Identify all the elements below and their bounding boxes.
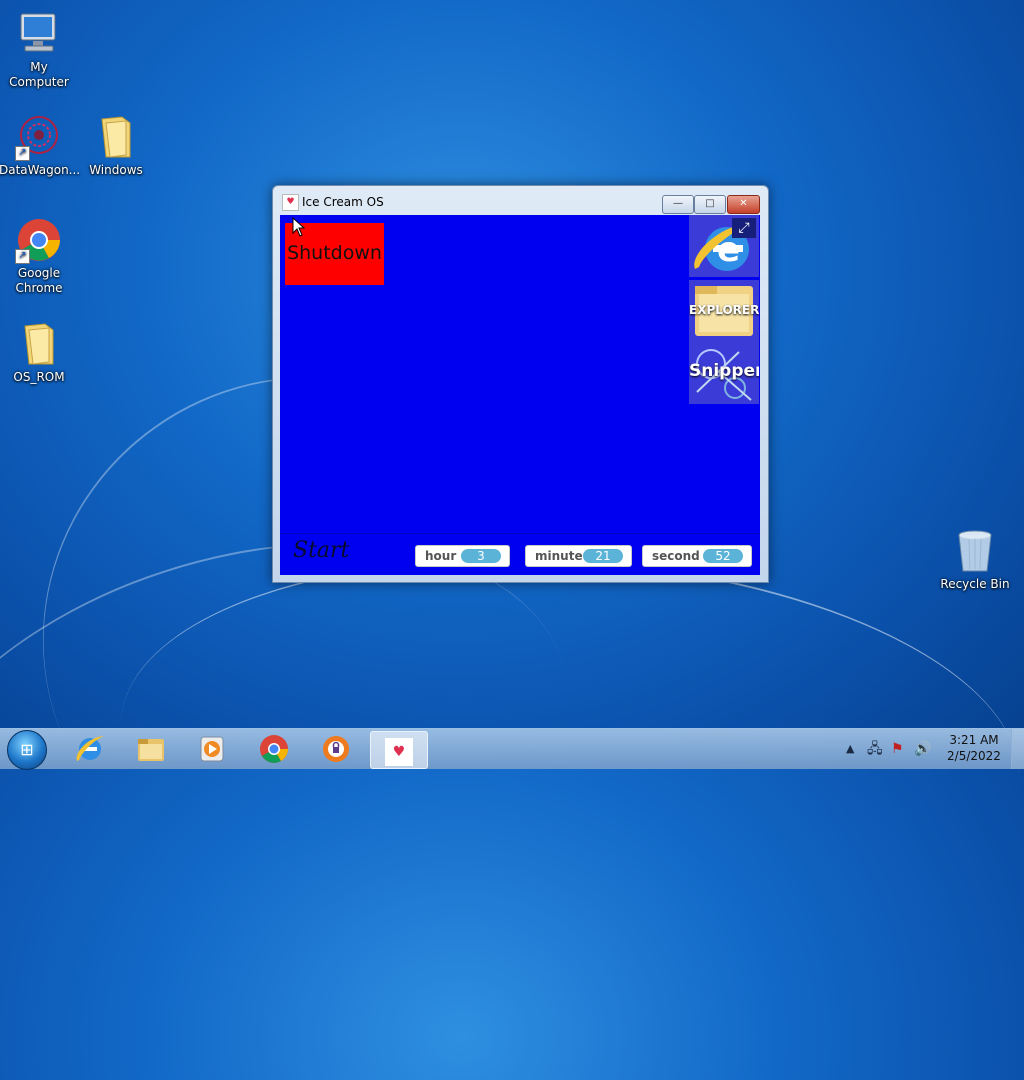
desktop-icon-os-rom[interactable]: OS_ROM [0, 320, 79, 385]
second-readout: second 52 [642, 545, 752, 567]
clock-date: 2/5/2022 [947, 749, 1001, 763]
minute-value: 21 [583, 549, 623, 563]
shortcut-arrow-icon: ↗ [15, 146, 30, 161]
taskbar-file-explorer[interactable] [123, 731, 179, 767]
taskbar: ⊞ ♥ ▲ 🖧 ⚑ 🔊 3:21 AM 2/5/2022 [0, 728, 1024, 770]
second-label: second [652, 549, 700, 563]
desktop-icon-label: My Computer [9, 60, 69, 89]
fullscreen-icon[interactable]: ⤢ [732, 218, 756, 238]
folder-icon [15, 320, 63, 368]
desktop-icon-label: DataWagon... [0, 163, 81, 177]
hour-value: 3 [461, 549, 501, 563]
desktop-icon-label: Recycle Bin [940, 577, 1010, 591]
show-hidden-icons-icon[interactable]: ▲ [846, 729, 854, 769]
desktop-icon-label: OS_ROM [13, 370, 65, 384]
bottom-bar: Start hour 3 minute 21 second 52 [280, 533, 760, 575]
windows-logo-icon: ⊞ [20, 740, 34, 759]
recycle-bin-icon [951, 527, 999, 575]
hour-readout: hour 3 [415, 545, 510, 567]
close-button[interactable]: ✕ [727, 195, 760, 214]
second-value: 52 [703, 549, 743, 563]
taskbar-vpn[interactable] [308, 731, 364, 767]
media-player-icon [200, 736, 224, 762]
clock-time: 3:21 AM [949, 733, 999, 747]
snipper-tile[interactable]: Snipper [689, 342, 759, 404]
desktop-icon-google-chrome[interactable]: ↗ Google Chrome [0, 216, 79, 296]
ice-cream-os-icon: ♥ [385, 738, 413, 766]
snipper-label: Snipper [689, 361, 759, 381]
desktop-icon-windows[interactable]: Windows [76, 113, 156, 178]
start-button[interactable]: Start [293, 538, 349, 563]
app-client-area: Shutdown e ⤢ EXPLORER Snipper Start hour… [280, 215, 760, 575]
window-title: Ice Cream OS [302, 195, 384, 209]
start-menu-button[interactable]: ⊞ [7, 730, 47, 770]
minimize-button[interactable]: — [662, 195, 694, 214]
mouse-cursor-icon [292, 217, 306, 237]
minute-label: minute [535, 549, 583, 563]
taskbar-media-player[interactable] [184, 731, 240, 767]
desktop-icon-recycle-bin[interactable]: Recycle Bin [935, 527, 1015, 592]
explorer-tile[interactable]: EXPLORER [689, 280, 759, 342]
chrome-icon: ↗ [15, 216, 63, 264]
action-center-icon[interactable]: ⚑ [891, 729, 904, 769]
internet-explorer-icon [76, 736, 104, 761]
network-icon[interactable]: 🖧 [867, 729, 883, 769]
desktop-icon-my-computer[interactable]: My Computer [0, 10, 79, 90]
hour-label: hour [425, 549, 457, 563]
minute-readout: minute 21 [525, 545, 632, 567]
volume-icon[interactable]: 🔊 [914, 729, 931, 769]
vpn-icon [323, 736, 349, 762]
shortcut-arrow-icon: ↗ [15, 249, 30, 264]
clock[interactable]: 3:21 AM 2/5/2022 [942, 732, 1006, 764]
taskbar-internet-explorer[interactable] [62, 731, 118, 767]
desktop-icon-datawagon[interactable]: ↗ DataWagon... [0, 113, 81, 178]
folder-icon [92, 113, 140, 161]
chrome-icon [260, 735, 288, 763]
computer-icon [15, 10, 63, 58]
show-desktop-button[interactable] [1011, 729, 1024, 769]
taskbar-ice-cream-os[interactable]: ♥ [370, 731, 428, 769]
explorer-label: EXPLORER [689, 303, 759, 317]
ice-cream-os-window: ♥ Ice Cream OS — □ ✕ Shutdown e ⤢ EXPLOR… [272, 185, 769, 583]
desktop-icon-label: Google Chrome [15, 266, 63, 295]
desktop-icon-label: Windows [89, 163, 143, 177]
file-explorer-icon [138, 739, 164, 761]
taskbar-chrome[interactable] [246, 731, 302, 767]
maximize-button[interactable]: □ [694, 195, 726, 214]
datawagon-icon: ↗ [15, 113, 63, 161]
ice-cream-app-icon: ♥ [282, 194, 299, 211]
